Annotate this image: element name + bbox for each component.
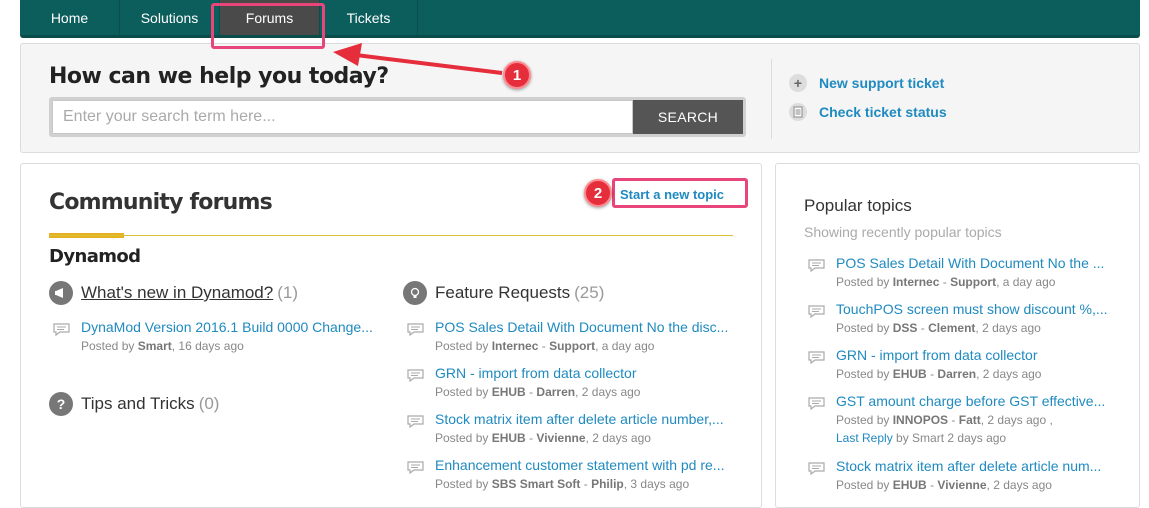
speech-bubble-icon [808, 462, 825, 476]
start-new-topic-link[interactable]: Start a new topic [620, 187, 724, 202]
speech-bubble-icon [407, 323, 424, 337]
tab-home[interactable]: Home [20, 0, 120, 35]
search-panel: How can we help you today? SEARCH + New … [20, 43, 1140, 153]
lightbulb-icon [403, 281, 427, 305]
tab-solutions[interactable]: Solutions [120, 0, 220, 35]
check-ticket-status-link[interactable]: Check ticket status [789, 103, 947, 121]
topic-meta: Posted by Internec - Support, a day ago [836, 275, 1056, 289]
popular-subtitle: Showing recently popular topics [804, 224, 1002, 240]
forums-title: Community forums [49, 190, 273, 215]
speech-bubble-icon [407, 369, 424, 383]
divider [771, 59, 772, 139]
speech-bubble-icon [407, 461, 424, 475]
topic-link[interactable]: Enhancement customer statement with pd r… [435, 457, 724, 473]
topic-link[interactable]: POS Sales Detail With Document No the ..… [836, 255, 1104, 271]
annotation-badge-2: 2 [584, 179, 612, 207]
forum-count: (25) [574, 283, 605, 302]
speech-bubble-icon [808, 351, 825, 365]
annotation-badge-1: 1 [503, 61, 531, 89]
question-icon: ? [49, 392, 73, 416]
topic-link[interactable]: GRN - import from data collector [435, 365, 637, 381]
search-input[interactable] [52, 100, 633, 134]
search-bar: SEARCH [49, 97, 746, 137]
megaphone-icon [49, 281, 73, 305]
search-button[interactable]: SEARCH [633, 100, 743, 134]
forum-whats-new: What's new in Dynamod? (1) [49, 281, 298, 305]
speech-bubble-icon [808, 397, 825, 411]
topic-meta: Posted by SBS Smart Soft - Philip, 3 day… [435, 477, 690, 491]
title-rule [49, 235, 733, 236]
forum-tips-link[interactable]: Tips and Tricks [81, 394, 195, 414]
topic-meta: Posted by EHUB - Darren, 2 days ago [435, 385, 641, 399]
topic-meta: Posted by INNOPOS - Fatt, 2 days ago , [836, 413, 1053, 427]
check-status-label: Check ticket status [819, 104, 947, 120]
popular-topics-panel: Popular topics Showing recently popular … [775, 163, 1140, 508]
forum-tips: ? Tips and Tricks (0) [49, 392, 219, 416]
speech-bubble-icon [808, 305, 825, 319]
forum-count: (1) [277, 283, 299, 302]
topic-last-reply: Last Reply by Smart 2 days ago [836, 431, 1007, 445]
forum-whats-new-link[interactable]: What's new in Dynamod? [81, 283, 273, 303]
topic-link[interactable]: Stock matrix item after delete article n… [435, 411, 724, 427]
topic-meta: Posted by EHUB - Vivienne, 2 days ago [435, 431, 651, 445]
topic-link[interactable]: DynaMod Version 2016.1 Build 0000 Change… [81, 319, 373, 335]
topic-meta: Posted by DSS - Clement, 2 days ago [836, 321, 1041, 335]
topic-meta: Posted by EHUB - Darren, 2 days ago [836, 367, 1042, 381]
topic-link[interactable]: GRN - import from data collector [836, 347, 1038, 363]
forum-count: (0) [198, 394, 220, 413]
topic-link[interactable]: Stock matrix item after delete article n… [836, 458, 1101, 474]
topic-meta: Posted by Smart, 16 days ago [81, 339, 244, 353]
new-ticket-label: New support ticket [819, 75, 945, 91]
speech-bubble-icon [407, 415, 424, 429]
topic-link[interactable]: GST amount charge before GST effective..… [836, 393, 1105, 409]
topic-link[interactable]: TouchPOS screen must show discount %,... [836, 301, 1108, 317]
topic-meta: Posted by Internec - Support, a day ago [435, 339, 655, 353]
tab-forums[interactable]: Forums [220, 0, 320, 35]
topic-meta: Posted by EHUB - Vivienne, 2 days ago [836, 478, 1052, 492]
document-icon [789, 103, 807, 121]
category-title: Dynamod [49, 246, 141, 267]
popular-title: Popular topics [804, 196, 912, 215]
speech-bubble-icon [808, 259, 825, 273]
topic-link[interactable]: POS Sales Detail With Document No the di… [435, 319, 728, 335]
help-title: How can we help you today? [49, 64, 389, 89]
top-nav: Home Solutions Forums Tickets [20, 0, 1140, 38]
last-reply-link[interactable]: Last Reply [836, 431, 893, 445]
tab-tickets[interactable]: Tickets [320, 0, 418, 35]
plus-circle-icon: + [789, 74, 807, 92]
speech-bubble-icon [53, 323, 70, 337]
new-support-ticket-link[interactable]: + New support ticket [789, 74, 944, 92]
community-forums-panel: Community forums Start a new topic Dynam… [20, 163, 762, 508]
forum-feature-requests: Feature Requests (25) [403, 281, 604, 305]
forum-feature-requests-link[interactable]: Feature Requests [435, 283, 570, 303]
